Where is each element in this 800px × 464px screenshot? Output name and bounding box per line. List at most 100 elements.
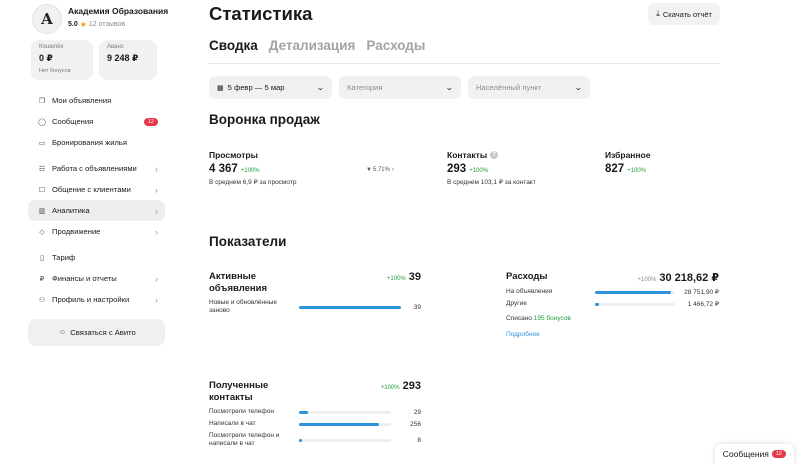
favorites-growth: +100% (627, 168, 647, 174)
sidebar-item-label: Сообщения (52, 117, 94, 126)
conversion-value: 5,71% (372, 167, 390, 173)
metric-row-value: 29 (413, 408, 421, 416)
metric-row: Написали в чат 256 (209, 420, 421, 428)
metric-row-label: Другие (506, 300, 527, 307)
chevron-right-icon: › (155, 205, 158, 216)
metric-bar-fill (595, 302, 599, 306)
metric-row: Другие 1 466,72 ₽ (506, 300, 719, 308)
indicators-title: Показатели (209, 234, 287, 249)
tab-expenses[interactable]: Расходы (366, 38, 425, 53)
sidebar-item-label: Мои объявления (52, 96, 112, 105)
sidebar-item[interactable]: ▭ Бронирования жилья (28, 132, 165, 153)
metric-bar-fill (299, 410, 308, 414)
metric-row: На объявления 28 751,90 ₽ (506, 288, 719, 296)
conversion-rate[interactable]: ▼ 5,71% › (366, 167, 394, 173)
profile-name[interactable]: Академия Образования (68, 6, 168, 16)
profile-info: Академия Образования 5.0 ★ 12 отзывов (68, 4, 168, 29)
active-ads-growth: +100% (386, 276, 406, 282)
sidebar-item[interactable]: ⚇ Профиль и настройки › (28, 289, 165, 310)
category-select[interactable]: Категория ⌄ (339, 76, 461, 99)
sidebar-item[interactable]: ◇ Продвижение › (28, 221, 165, 242)
ruble-icon: ₽ (39, 275, 45, 283)
contact-avito-label: Связаться с Авито (70, 328, 136, 337)
metric-bar-fill (595, 290, 671, 294)
metric-bar-track (299, 422, 391, 426)
download-report-button[interactable]: ⤓ Скачать отчёт (648, 3, 720, 25)
metric-row-label: На объявления (506, 288, 553, 295)
active-ads-title: Активные объявления (209, 271, 268, 294)
views-growth: +100% (240, 168, 260, 174)
received-contacts-value: 293 (402, 380, 421, 392)
active-ads-block: Активные объявления +100% 39 Новые и обн… (209, 271, 421, 315)
download-label: Скачать отчёт (662, 9, 712, 19)
bonus-note: Списано 195 бонусов (506, 315, 719, 322)
metric-row-label: Написали в чат (209, 420, 256, 427)
chevron-down-icon: ⌄ (574, 83, 584, 92)
active-ads-value: 39 (408, 271, 421, 283)
active-ads-rows: Новые и обновлённые заново 39 (209, 299, 421, 315)
funnel-views: Просмотры 4 367 +100% В среднем 6,9 ₽ за… (209, 150, 296, 186)
sidebar-item[interactable]: ▯ Тариф (28, 247, 165, 268)
received-contacts-block: Полученные контакты +100% 293 Посмотрели… (209, 380, 421, 448)
received-contacts-growth: +100% (380, 385, 400, 391)
user-icon: ⚇ (38, 296, 46, 304)
sidebar-item-label: Общение с клиентами (52, 185, 131, 194)
views-value: 4 367 (209, 163, 238, 175)
location-select[interactable]: Населённый пункт ⌄ (468, 76, 590, 99)
chevron-down-icon: ⌄ (316, 83, 326, 92)
contact-avito-button[interactable]: ☺ Связаться с Авито (28, 319, 165, 346)
messages-toast-label: Сообщения (722, 449, 769, 459)
sidebar-item-label: Продвижение (52, 227, 101, 236)
contacts-label-row: Контакты ? (447, 150, 536, 160)
received-contacts-head: Полученные контакты +100% 293 (209, 380, 421, 404)
tariff-icon: ▯ (40, 254, 44, 262)
location-placeholder: Населённый пункт (476, 83, 542, 92)
metric-row-value: 28 751,90 ₽ (684, 289, 719, 296)
chevron-down-icon: ⌄ (445, 83, 455, 92)
period-select[interactable]: ▦ 5 февр — 5 мар ⌄ (209, 76, 332, 99)
sidebar-item[interactable]: ☷ Работа с объявлениями › (28, 158, 165, 179)
profile-block[interactable]: A Академия Образования 5.0 ★ 12 отзывов (32, 4, 168, 34)
expenses-growth: +100% (637, 277, 657, 283)
sidebar-item-label: Тариф (52, 253, 76, 262)
favorites-row: 827 +100% (605, 163, 650, 175)
wallet-caption: Кошелёк (39, 44, 64, 50)
page-title: Статистика (209, 3, 313, 24)
filters: ▦ 5 февр — 5 мар ⌄ Категория ⌄ Населённы… (209, 76, 590, 99)
category-placeholder: Категория (347, 83, 383, 92)
funnel-contacts: Контакты ? 293 +100% В среднем 103,1 ₽ з… (447, 150, 536, 186)
info-icon[interactable]: ? (490, 151, 499, 159)
avatar[interactable]: A (32, 4, 62, 34)
chevron-right-icon: › (391, 167, 394, 173)
metric-row: Посмотрели телефон 29 (209, 408, 421, 416)
expenses-title: Расходы (506, 271, 548, 282)
expenses-more-link[interactable]: Подробнее (506, 331, 719, 338)
tab-details[interactable]: Детализация (269, 38, 356, 53)
wallet-value: 0 ₽ (39, 53, 53, 63)
sidebar-item[interactable]: ▥ Аналитика › (28, 200, 165, 221)
tab-summary[interactable]: Сводка (209, 38, 258, 53)
active-ads-total: +100% 39 (387, 271, 421, 283)
metric-row: Посмотрели телефон и написали в чат 8 (209, 432, 421, 448)
contacts-sub: В среднем 103,1 ₽ за контакт (447, 179, 536, 186)
sidebar-item[interactable]: ☐ Общение с клиентами › (28, 179, 165, 200)
rating-value: 5.0 (68, 21, 78, 28)
chevron-right-icon: › (155, 163, 158, 174)
sidebar-item[interactable]: ₽ Финансы и отчеты › (28, 268, 165, 289)
wallet-card[interactable]: Кошелёк 0 ₽ Нет бонусов (31, 40, 93, 80)
chart-icon: ▥ (38, 207, 46, 215)
funnel-icon: ▼ (366, 167, 372, 173)
messages-toast-badge: 12 (771, 450, 786, 458)
bonus-prefix: Списано (506, 315, 532, 322)
calendar-icon: ▦ (217, 84, 224, 92)
advance-caption: Аванс (107, 44, 124, 50)
favorites-label: Избранное (605, 150, 651, 160)
sidebar-item[interactable]: ◯ Сообщения 12 (28, 111, 165, 132)
messages-toast[interactable]: Сообщения 12 (714, 444, 794, 464)
rating-row[interactable]: 5.0 ★ 12 отзывов (68, 20, 168, 29)
main-content: Статистика ⤓ Скачать отчёт Сводка Детали… (209, 0, 729, 464)
sidebar-item-label: Бронирования жилья (52, 138, 127, 147)
sidebar-item[interactable]: ❐ Мои объявления (28, 90, 165, 111)
advance-card[interactable]: Аванс 9 248 ₽ (99, 40, 157, 80)
reviews-count: 12 отзывов (88, 21, 126, 28)
